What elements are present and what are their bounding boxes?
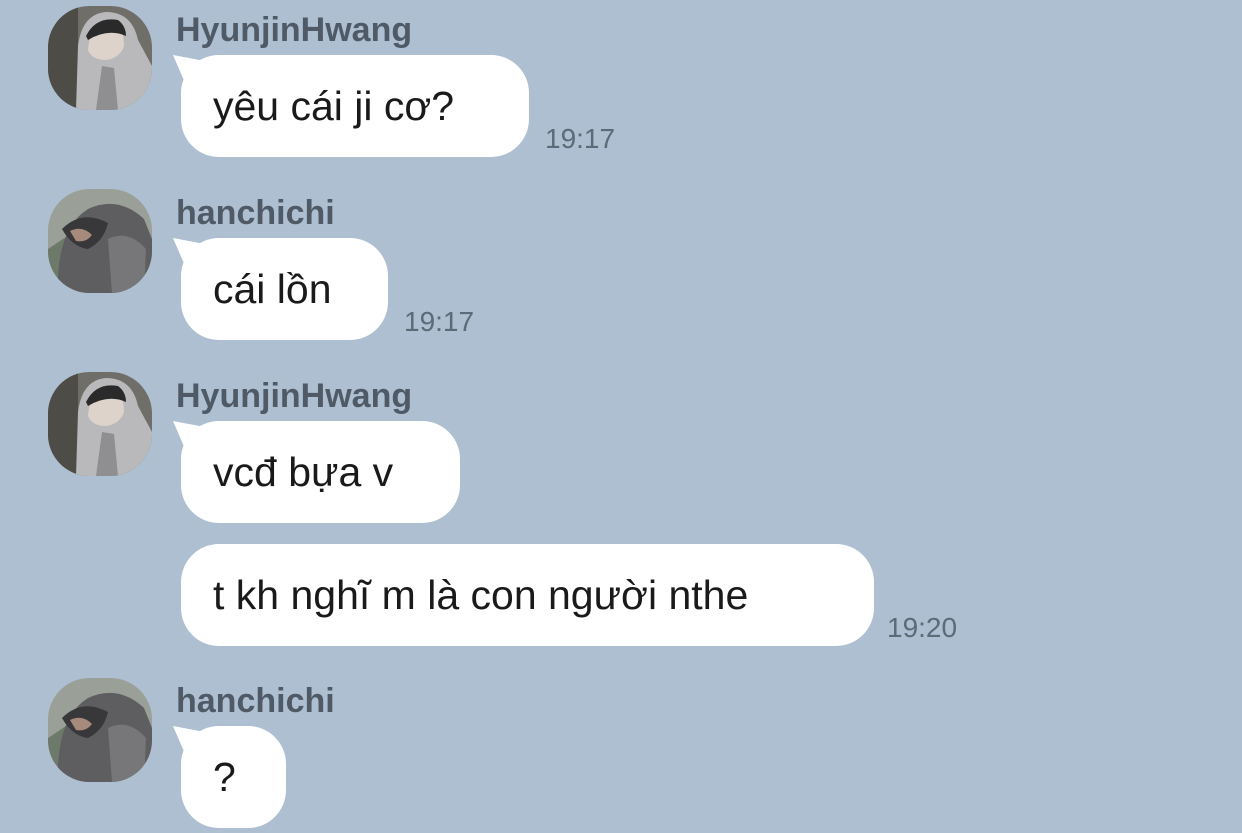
hooded-person-avatar-icon — [48, 372, 152, 476]
message-bubble[interactable]: t kh nghĩ m là con người nthe — [181, 544, 874, 646]
hooded-person-avatar-icon — [48, 678, 152, 782]
message-bubble[interactable]: yêu cái ji cơ? — [181, 55, 529, 157]
avatar-hyunjinhwang[interactable] — [48, 6, 152, 110]
message-bubble[interactable]: vcđ bựa v — [181, 421, 460, 523]
sender-name: hanchichi — [176, 682, 335, 720]
sender-name: HyunjinHwang — [176, 11, 413, 49]
message-bubble[interactable]: ? — [181, 726, 286, 828]
message-bubble[interactable]: cái lồn — [181, 238, 388, 340]
message-time: 19:17 — [404, 306, 475, 337]
avatar-hanchichi[interactable] — [48, 678, 152, 782]
avatar-hyunjinhwang[interactable] — [48, 372, 152, 476]
avatar-hanchichi[interactable] — [48, 189, 152, 293]
sender-name: HyunjinHwang — [176, 377, 413, 415]
message-time: 19:20 — [887, 612, 958, 643]
message-time: 19:17 — [545, 123, 616, 154]
hooded-person-avatar-icon — [48, 189, 152, 293]
sender-name: hanchichi — [176, 194, 335, 232]
hooded-person-avatar-icon — [48, 6, 152, 110]
